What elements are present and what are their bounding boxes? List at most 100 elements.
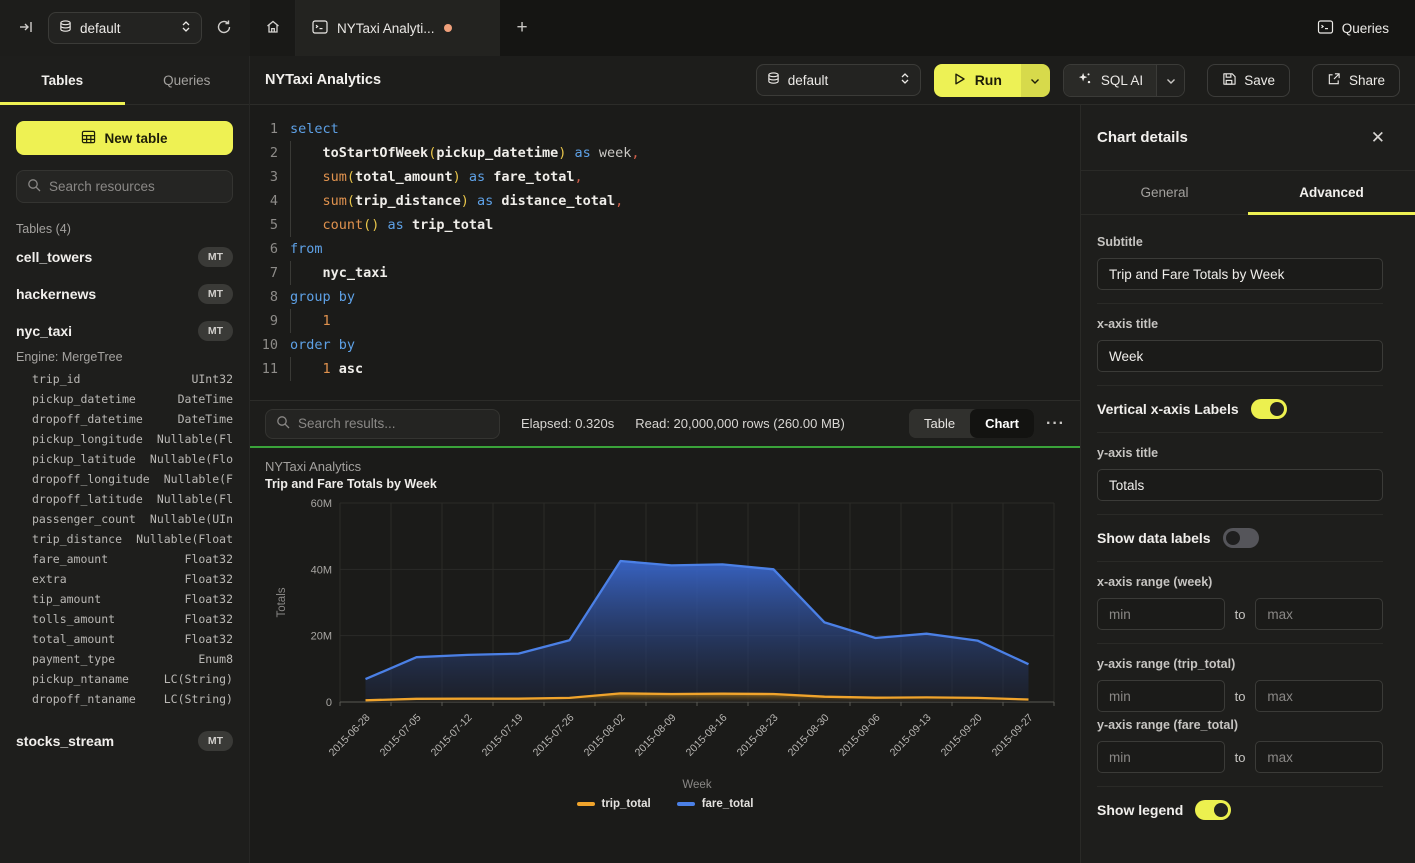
table-row-nyc-taxi[interactable]: nyc_taxi MT <box>16 312 233 349</box>
app-window: default NYTaxi Analyti... + Queries <box>0 0 1415 863</box>
view-toggle-table[interactable]: Table <box>909 409 970 438</box>
queries-button[interactable]: Queries <box>1317 20 1389 37</box>
yaxis-title-input[interactable] <box>1097 469 1383 501</box>
sql-editor[interactable]: 1select2 toStartOfWeek(pickup_datetime) … <box>250 105 1080 400</box>
engine-badge: MT <box>198 731 233 751</box>
code-line[interactable]: 1select <box>250 117 1080 141</box>
results-more-button[interactable]: ··· <box>1046 415 1065 433</box>
code-line[interactable]: 10order by <box>250 333 1080 357</box>
column-type: Nullable(Fl <box>157 432 233 452</box>
tab-general[interactable]: General <box>1081 171 1248 214</box>
legend-item-fare_total[interactable]: fare_total <box>677 798 754 810</box>
close-icon[interactable]: ✕ <box>1371 128 1385 148</box>
xrange-max-input[interactable] <box>1255 598 1383 630</box>
topbar: default NYTaxi Analyti... + Queries <box>0 0 1415 56</box>
share-button[interactable]: Share <box>1312 64 1400 97</box>
vertical-labels-toggle[interactable] <box>1251 399 1287 419</box>
run-button[interactable]: Run <box>934 64 1021 97</box>
chevron-down-icon <box>1030 73 1040 88</box>
code-text: sum(total_amount) as fare_total, <box>278 165 583 189</box>
chart-details-panel: Chart details ✕ General Advanced Subtitl… <box>1080 105 1415 863</box>
xaxis-title-input[interactable] <box>1097 340 1383 372</box>
xrange-min-input[interactable] <box>1097 598 1225 630</box>
table-name: cell_towers <box>16 249 92 265</box>
xrange-row: to <box>1097 598 1383 630</box>
sidebar-tab-queries[interactable]: Queries <box>125 56 250 104</box>
view-toggle: Table Chart <box>909 409 1034 438</box>
column-type: Nullable(Float <box>136 532 233 552</box>
share-label: Share <box>1349 73 1385 88</box>
table-row-hackernews[interactable]: hackernews MT <box>16 275 233 312</box>
refresh-button[interactable] <box>212 15 236 42</box>
divider <box>1097 303 1383 304</box>
yrange-fare-max-input[interactable] <box>1255 741 1383 773</box>
code-text: order by <box>278 333 355 357</box>
data-labels-toggle[interactable] <box>1223 528 1259 548</box>
database-select-value: default <box>80 21 173 36</box>
code-line[interactable]: 6from <box>250 237 1080 261</box>
code-text: 1 <box>278 309 331 333</box>
run-label: Run <box>975 72 1002 88</box>
legend-item-trip_total[interactable]: trip_total <box>577 798 651 810</box>
legend-toggle[interactable] <box>1195 800 1231 820</box>
svg-text:2015-09-06: 2015-09-06 <box>837 712 883 759</box>
home-tab[interactable] <box>250 0 296 56</box>
subtitle-input[interactable] <box>1097 258 1383 290</box>
column-type: LC(String) <box>164 692 233 712</box>
details-tabs: General Advanced <box>1081 171 1415 215</box>
column-type: Nullable(Fl <box>157 492 233 512</box>
new-table-button[interactable]: New table <box>16 121 233 155</box>
run-split-button: Run <box>934 64 1050 97</box>
code-line[interactable]: 8group by <box>250 285 1080 309</box>
select-chevrons-icon <box>181 20 191 36</box>
query-tab[interactable]: NYTaxi Analyti... <box>296 0 500 56</box>
search-resources-input[interactable] <box>49 179 222 194</box>
sidebar-tab-tables[interactable]: Tables <box>0 56 125 104</box>
queries-icon <box>1317 20 1334 37</box>
chart-canvas[interactable]: 020M40M60M2015-06-282015-07-052015-07-12… <box>265 495 1080 798</box>
database-select[interactable]: default <box>48 12 202 44</box>
yrange-fare-label: y-axis range (fare_total) <box>1097 718 1383 732</box>
sql-ai-options-button[interactable] <box>1156 65 1184 96</box>
table-row-stocks-stream[interactable]: stocks_stream MT <box>16 722 233 759</box>
indent-guide <box>290 357 291 381</box>
sql-ai-button[interactable]: SQL AI <box>1064 65 1156 96</box>
code-line[interactable]: 4 sum(trip_distance) as distance_total, <box>250 189 1080 213</box>
table-row-cell-towers[interactable]: cell_towers MT <box>16 238 233 275</box>
column-type: LC(String) <box>164 672 233 692</box>
home-icon <box>265 19 281 38</box>
yrange-trip-max-input[interactable] <box>1255 680 1383 712</box>
column-name: trip_distance <box>32 532 122 552</box>
tab-advanced[interactable]: Advanced <box>1248 171 1415 214</box>
svg-text:Week: Week <box>682 779 711 791</box>
legend-label: fare_total <box>702 798 754 810</box>
code-line[interactable]: 9 1 <box>250 309 1080 333</box>
column-type: Float32 <box>185 552 233 572</box>
yrange-fare-min-input[interactable] <box>1097 741 1225 773</box>
code-line[interactable]: 7 nyc_taxi <box>250 261 1080 285</box>
column-name: trip_id <box>32 372 80 392</box>
code-line[interactable]: 11 1 asc <box>250 357 1080 381</box>
sidebar-tabs: Tables Queries <box>0 56 249 105</box>
run-options-button[interactable] <box>1021 64 1050 97</box>
svg-text:0: 0 <box>326 697 332 709</box>
new-tab-button[interactable]: + <box>500 0 544 56</box>
elapsed-label: Elapsed: 0.320s <box>521 416 614 431</box>
save-button[interactable]: Save <box>1207 64 1290 97</box>
yrange-trip-min-input[interactable] <box>1097 680 1225 712</box>
view-toggle-chart[interactable]: Chart <box>970 409 1034 438</box>
code-line[interactable]: 5 count() as trip_total <box>250 213 1080 237</box>
divider <box>1097 385 1383 386</box>
column-name: fare_amount <box>32 552 108 572</box>
column-name: total_amount <box>32 632 115 652</box>
run-database-select[interactable]: default <box>756 64 921 96</box>
yrange-trip-row: to <box>1097 680 1383 712</box>
sidebar-collapse-button[interactable] <box>14 15 38 42</box>
search-results-input[interactable] <box>298 416 489 431</box>
column-row: pickup_datetimeDateTime <box>32 392 233 412</box>
details-body: Subtitle x-axis title Vertical x-axis La… <box>1081 215 1415 863</box>
code-text: 1 asc <box>278 357 363 381</box>
code-line[interactable]: 3 sum(total_amount) as fare_total, <box>250 165 1080 189</box>
code-line[interactable]: 2 toStartOfWeek(pickup_datetime) as week… <box>250 141 1080 165</box>
divider <box>1097 786 1383 787</box>
